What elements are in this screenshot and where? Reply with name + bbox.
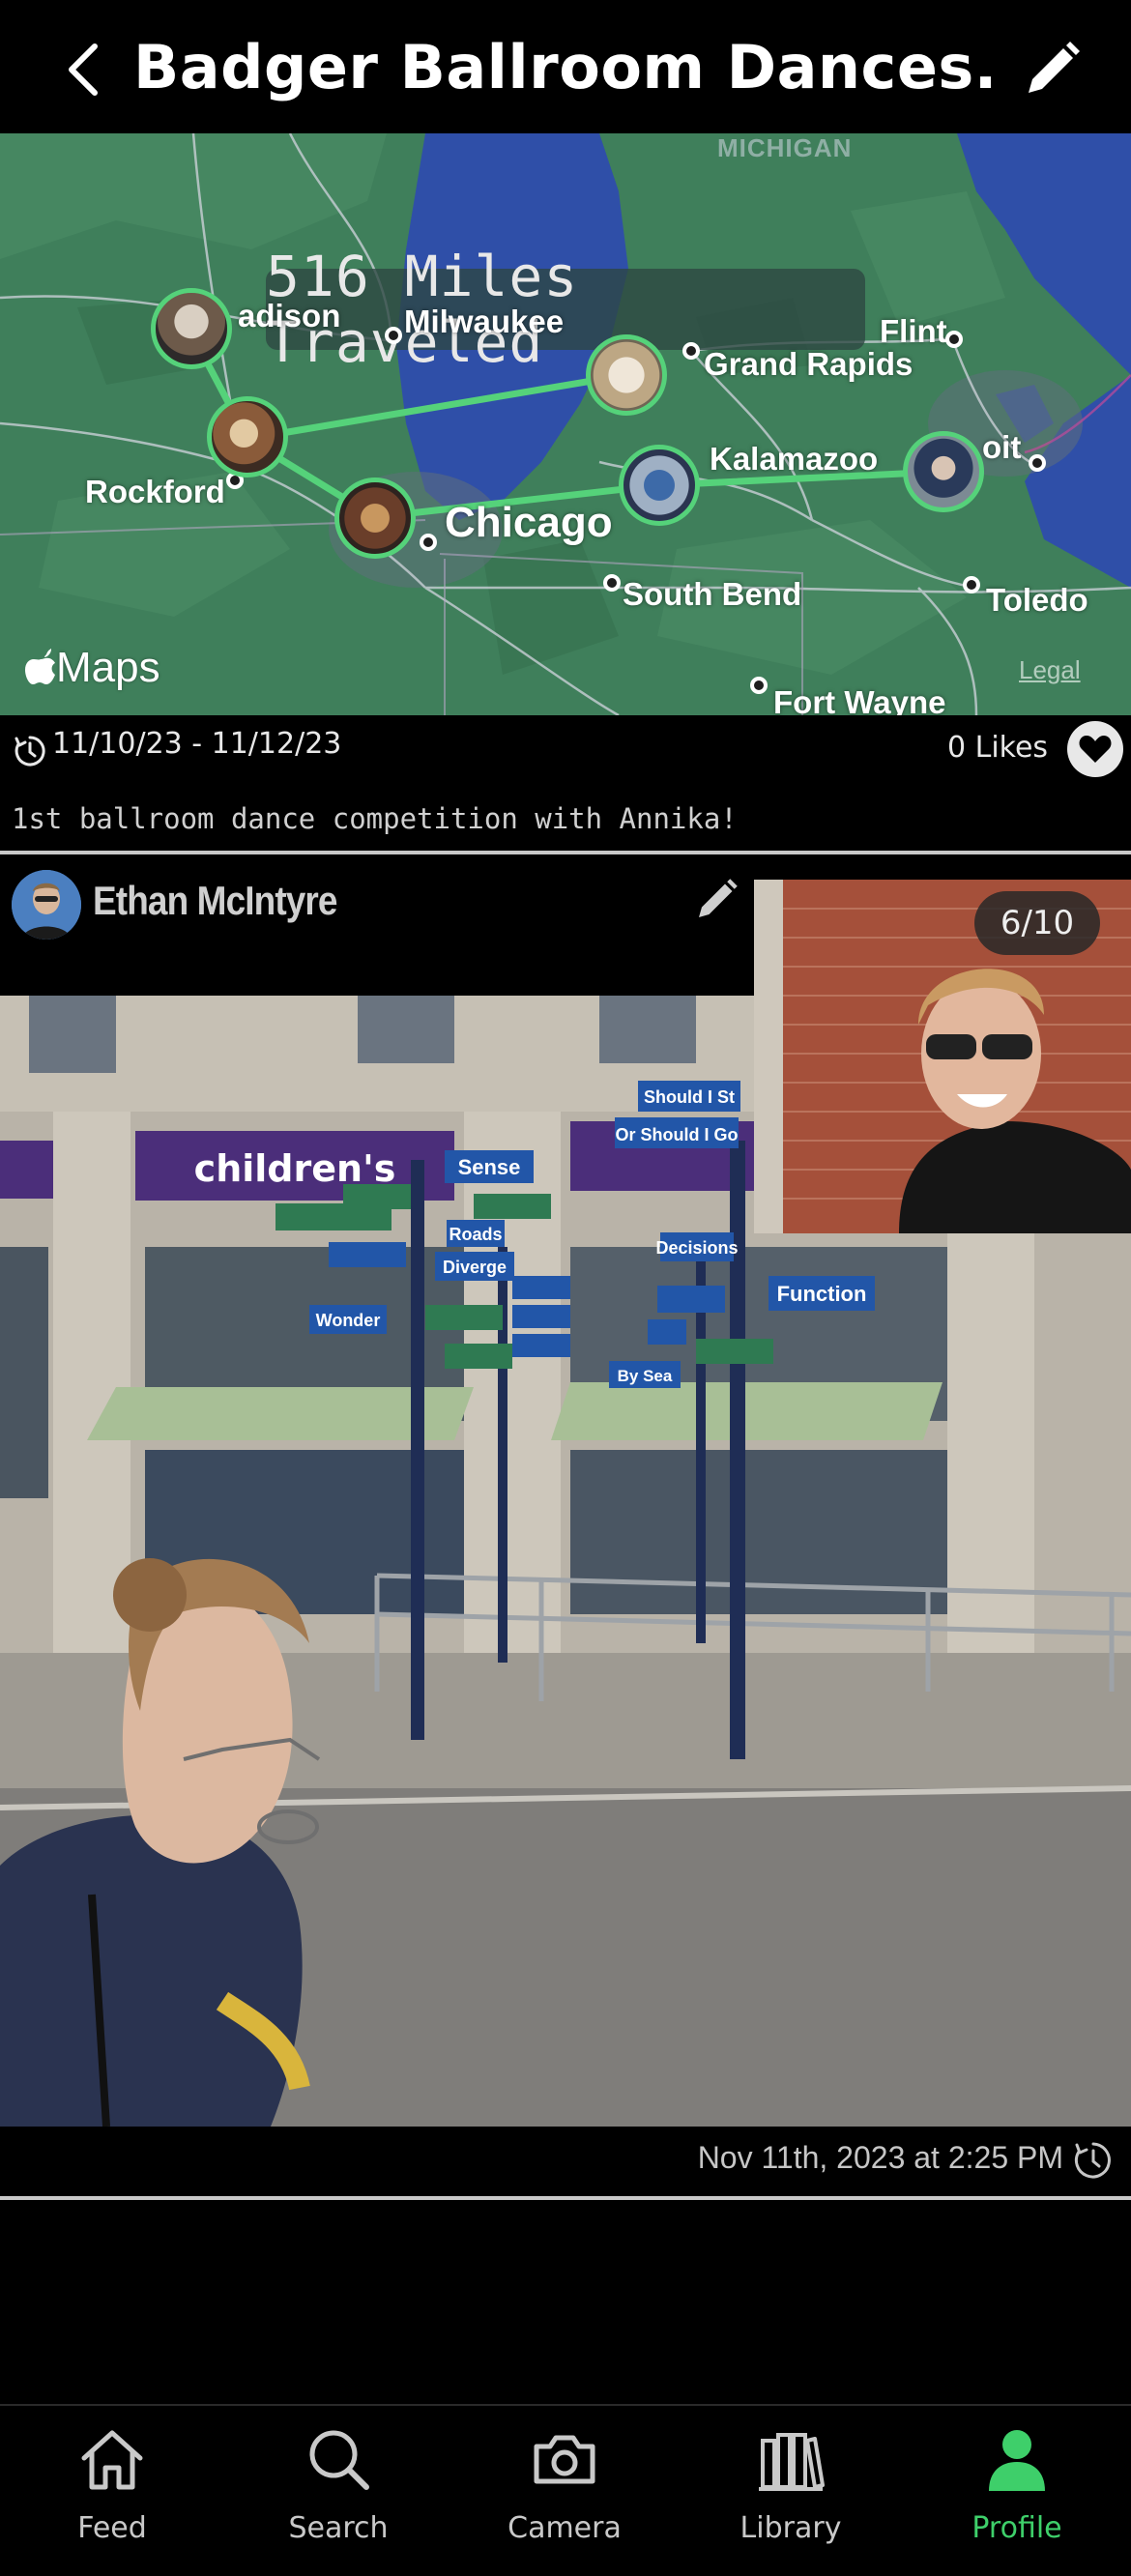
back-button[interactable] — [56, 35, 110, 104]
city-label-flint: Flint — [880, 313, 947, 349]
like-button[interactable] — [1067, 721, 1123, 777]
camera-icon — [534, 2435, 595, 2484]
clock-icon — [14, 736, 45, 767]
street-sign: Or Should I Go — [616, 1125, 739, 1144]
trip-info-row: 11/10/23 - 11/12/23 0 Likes — [0, 715, 1131, 804]
street-sign: Should I St — [644, 1087, 735, 1107]
tab-camera[interactable]: Camera — [478, 2422, 652, 2558]
tab-library[interactable]: Library — [704, 2422, 878, 2558]
photo-counter: 6/10 — [974, 891, 1100, 955]
city-label-fort-wayne: Fort Wayne — [773, 684, 946, 715]
clock-icon — [1074, 2142, 1111, 2179]
photo-pin[interactable] — [334, 478, 416, 559]
edit-trip-button[interactable] — [1017, 35, 1087, 104]
city-dot — [420, 534, 437, 551]
chevron-left-icon — [69, 43, 98, 96]
city-dot — [385, 327, 402, 344]
region-label: MICHIGAN — [717, 133, 853, 162]
storefront-sign: children's — [194, 1147, 396, 1190]
photo-pin[interactable] — [586, 334, 667, 416]
magnifier-icon — [309, 2430, 369, 2490]
photo-pin[interactable] — [903, 431, 984, 512]
city-label-toledo: Toledo — [986, 582, 1088, 618]
heart-icon — [1079, 736, 1112, 763]
section-divider — [0, 2196, 1131, 2200]
edit-post-button[interactable] — [688, 872, 744, 928]
street-sign: By Sea — [618, 1367, 673, 1385]
city-dot — [750, 677, 768, 694]
street-sign: Function — [777, 1282, 867, 1306]
street-sign: Sense — [458, 1155, 521, 1179]
city-dot — [1029, 454, 1046, 472]
city-label-madison: adison — [238, 298, 341, 333]
tab-label: Profile — [972, 2511, 1062, 2545]
legal-link[interactable]: Legal — [1019, 655, 1081, 685]
trip-dates: 11/10/23 - 11/12/23 — [52, 727, 342, 761]
city-label-chicago: Chicago — [445, 499, 613, 546]
pencil-icon — [1029, 42, 1080, 93]
likes-count: 0 Likes — [947, 731, 1049, 765]
tab-label: Library — [740, 2511, 842, 2545]
avatar[interactable] — [12, 870, 81, 940]
street-sign: Roads — [449, 1225, 502, 1244]
tab-label: Feed — [77, 2511, 147, 2545]
city-dot — [682, 342, 700, 360]
page-title: Badger Ballroom Dances... — [133, 32, 1003, 102]
books-icon — [759, 2433, 825, 2491]
city-label-south-bend: South Bend — [623, 576, 802, 612]
person-icon — [989, 2430, 1045, 2491]
photo-pin[interactable] — [151, 288, 232, 369]
pencil-icon — [699, 879, 738, 917]
house-icon — [81, 2430, 143, 2490]
city-dot — [963, 576, 980, 593]
top-bar: Badger Ballroom Dances... — [0, 0, 1131, 133]
miles-traveled-banner: 516 Miles Traveled — [266, 244, 865, 375]
city-label-milwaukee: Milwaukee — [404, 304, 565, 339]
street-sign: Wonder — [316, 1311, 381, 1330]
tab-profile[interactable]: Profile — [930, 2422, 1104, 2558]
street-sign: Diverge — [443, 1258, 507, 1277]
maps-label: Maps — [56, 644, 160, 691]
city-label-kalamazoo: Kalamazoo — [710, 441, 879, 477]
avatar-image — [12, 870, 81, 940]
post-header — [0, 854, 754, 996]
tab-feed[interactable]: Feed — [25, 2422, 199, 2558]
tab-label: Camera — [508, 2511, 622, 2545]
maps-attribution: Maps — [25, 644, 160, 692]
tab-search[interactable]: Search — [251, 2422, 425, 2558]
city-label-rockford: Rockford — [85, 474, 225, 509]
photo-pin[interactable] — [207, 396, 288, 478]
tab-label: Search — [288, 2511, 389, 2545]
city-dot — [603, 574, 621, 592]
city-label-detroit: oit — [982, 429, 1022, 465]
apple-logo-icon — [25, 649, 55, 684]
post-timestamp: Nov 11th, 2023 at 2:25 PM — [697, 2140, 1063, 2175]
city-label-grand-rapids: Grand Rapids — [704, 346, 914, 382]
photo-pin[interactable] — [619, 445, 700, 526]
author-name[interactable]: Ethan McIntyre — [93, 878, 337, 924]
map-background — [0, 133, 1131, 715]
street-sign: Decisions — [655, 1238, 738, 1258]
trip-description: 1st ballroom dance competition with Anni… — [12, 802, 738, 835]
city-dot — [945, 331, 963, 348]
trip-map[interactable]: 516 Miles Traveled MICHIGAN adison Milwa… — [0, 133, 1131, 715]
